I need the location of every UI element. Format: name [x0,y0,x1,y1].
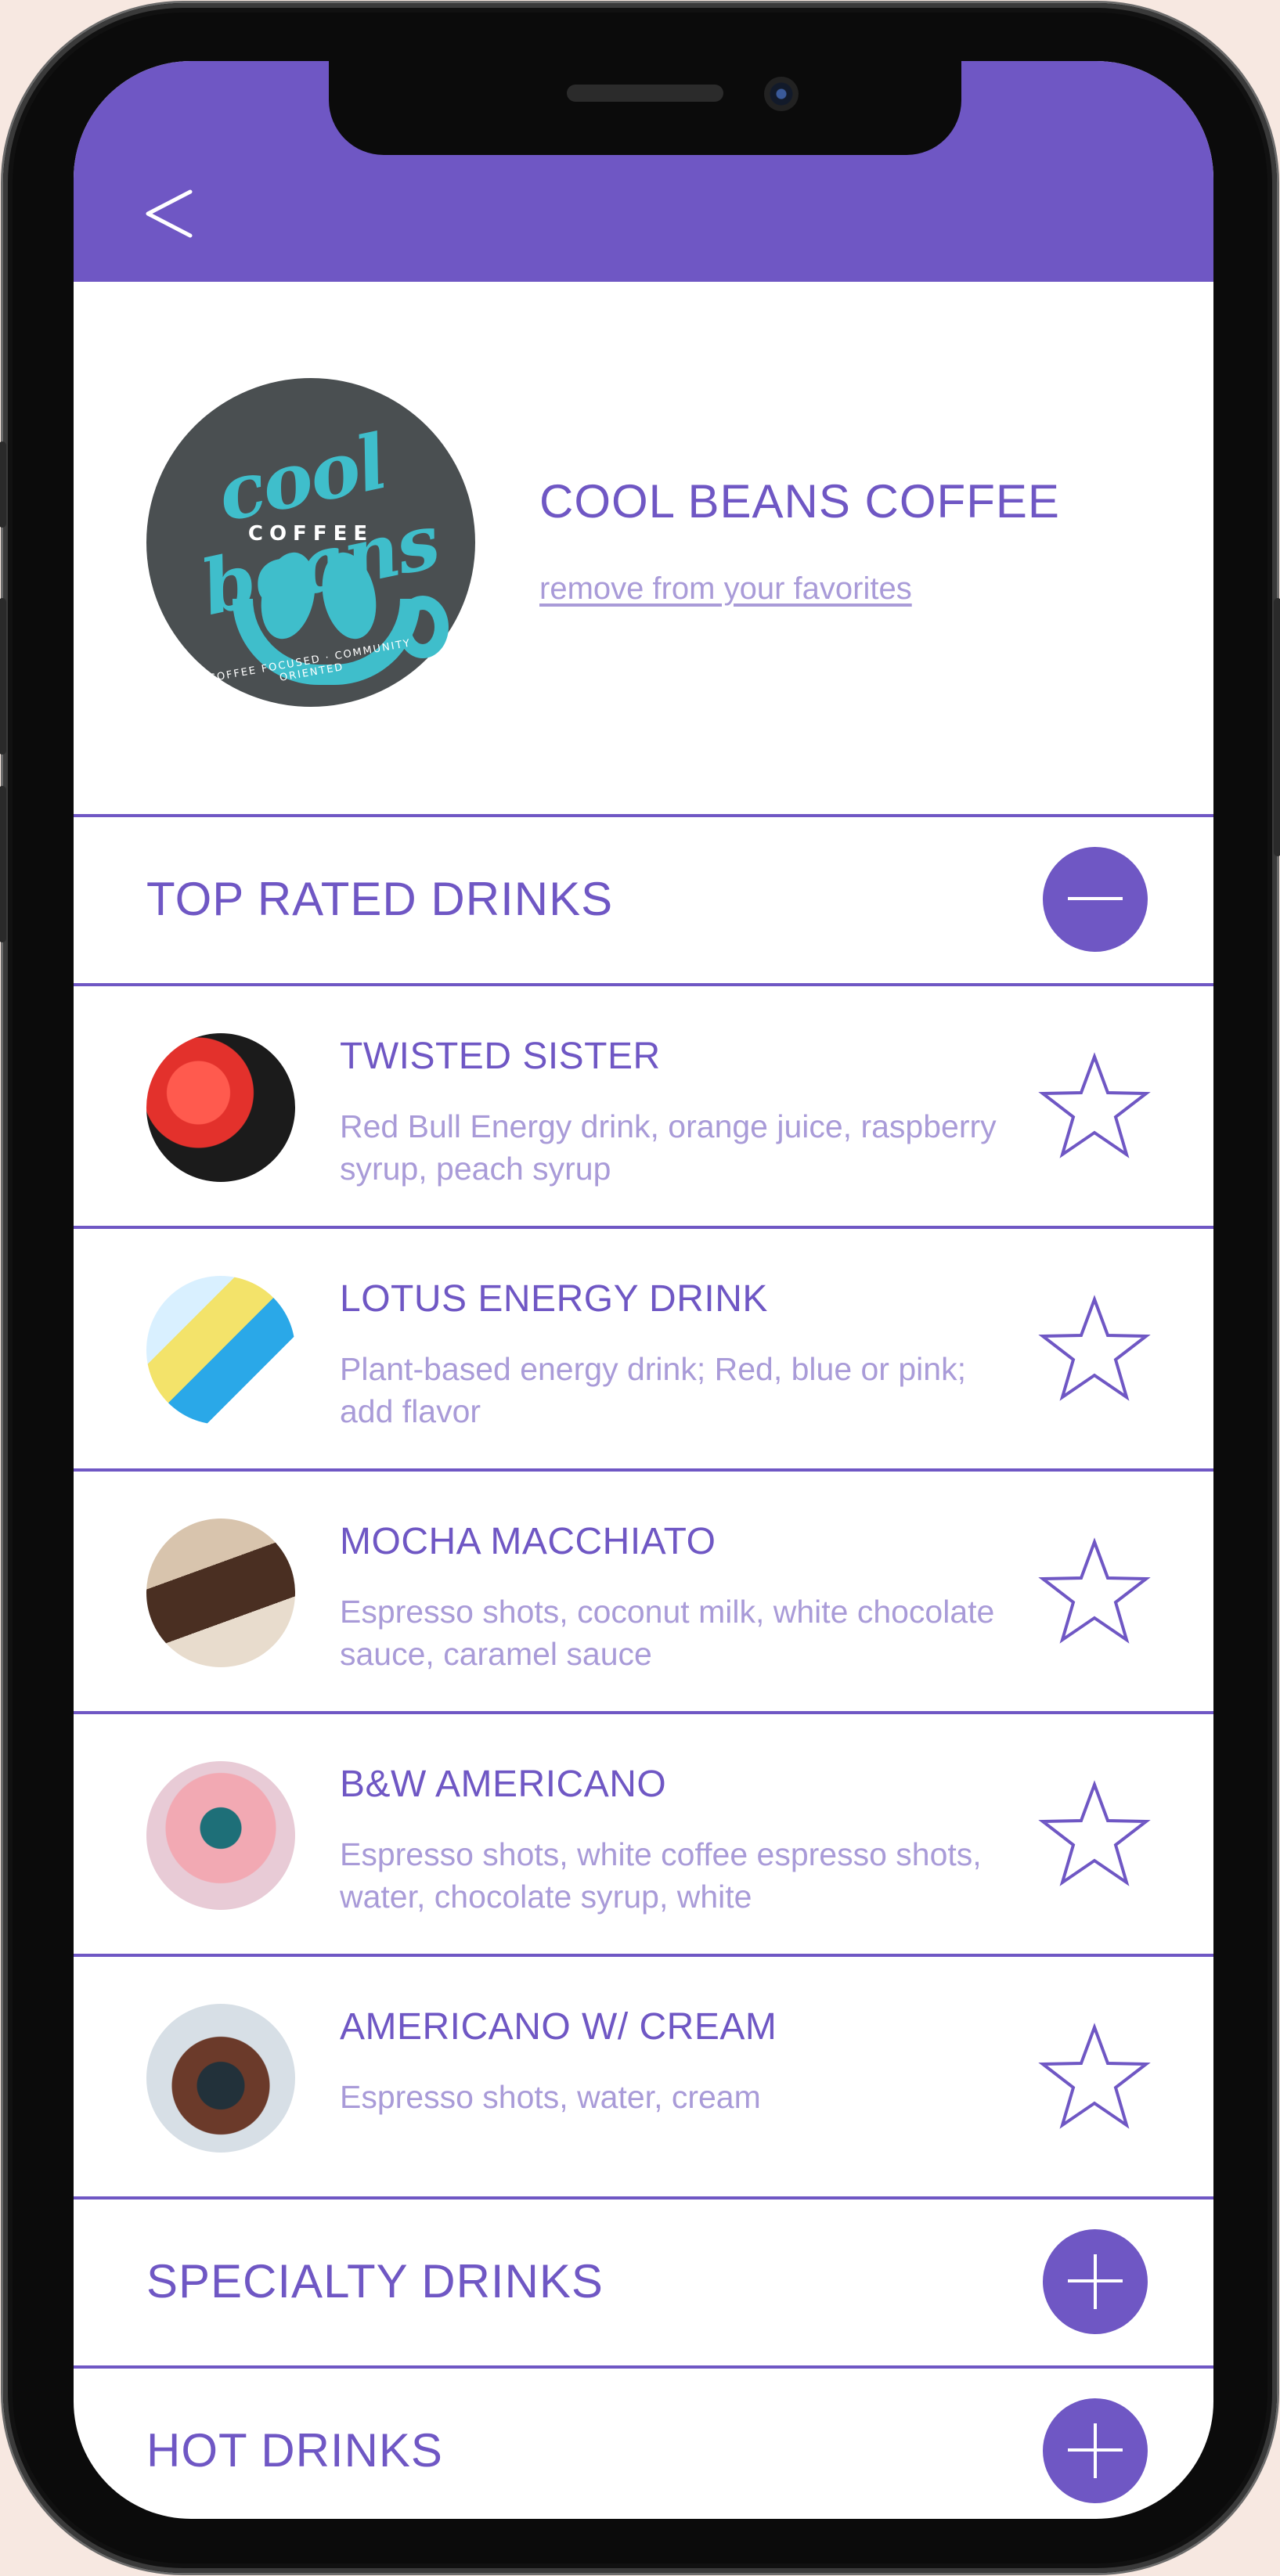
drink-name: TWISTED SISTER [340,1036,661,1077]
drink-name: MOCHA MACCHIATO [340,1521,716,1562]
volume-down-button [0,786,6,942]
star-icon[interactable] [1038,1052,1151,1160]
drink-photo [146,1519,295,1667]
drink-row[interactable]: LOTUS ENERGY DRINK Plant-based energy dr… [74,1226,1213,1468]
volume-up-button [0,598,6,755]
power-button [1274,598,1280,856]
plus-icon-vertical [1094,2254,1097,2309]
section-hot[interactable]: HOT DRINKS [74,2365,1213,2519]
drink-name: B&W AMERICANO [340,1764,667,1805]
drink-description: Espresso shots, white coffee espresso sh… [340,1836,982,1915]
app-screen: cool beans COFFEE COFFEE FOCUSED · COMMU… [74,61,1213,2519]
notch [329,61,961,155]
phone-frame: cool beans COFFEE COFFEE FOCUSED · COMMU… [0,3,1280,2573]
remove-favorite-link[interactable]: remove from your favorites [539,571,912,607]
side-button-left [0,441,6,528]
drink-row[interactable]: TWISTED SISTER Red Bull Energy drink, or… [74,983,1213,1226]
section-label: HOT DRINKS [146,2424,443,2477]
shop-logo: cool beans COFFEE COFFEE FOCUSED · COMMU… [146,378,475,707]
speaker-grille [567,85,723,102]
drink-photo [146,1761,295,1910]
star-icon[interactable] [1038,1537,1151,1645]
logo-word: COFFEE [247,522,374,546]
section-label: TOP RATED DRINKS [146,873,614,925]
drink-photo [146,1033,295,1182]
drink-name: AMERICANO W/ CREAM [340,2006,777,2048]
section-top-rated[interactable]: TOP RATED DRINKS [74,814,1213,986]
star-icon[interactable] [1038,1295,1151,1403]
section-label: SPECIALTY DRINKS [146,2255,604,2308]
expand-button[interactable] [1043,2229,1148,2334]
drink-photo [146,2004,295,2153]
drink-description: Espresso shots, water, cream [340,2079,761,2115]
star-icon[interactable] [1038,2023,1151,2131]
expand-button[interactable] [1043,2398,1148,2503]
drink-name: LOTUS ENERGY DRINK [340,1278,768,1320]
drink-row[interactable]: AMERICANO W/ CREAM Espresso shots, water… [74,1954,1213,2196]
front-camera [764,77,799,111]
top-bar [74,61,1213,282]
drink-description: Espresso shots, coconut milk, white choc… [340,1594,995,1672]
drink-row[interactable]: MOCHA MACCHIATO Espresso shots, coconut … [74,1468,1213,1711]
shop-title: COOL BEANS COFFEE [539,475,1060,528]
drink-description: Plant-based energy drink; Red, blue or p… [340,1351,966,1429]
chevron-left-icon [146,189,193,238]
plus-icon-vertical [1094,2423,1097,2478]
back-button[interactable] [135,178,205,249]
drink-photo [146,1276,295,1425]
drink-row[interactable]: B&W AMERICANO Espresso shots, white coff… [74,1711,1213,1954]
star-icon[interactable] [1038,1780,1151,1888]
section-specialty[interactable]: SPECIALTY DRINKS [74,2196,1213,2369]
minus-icon [1068,897,1123,900]
collapse-button[interactable] [1043,847,1148,952]
drink-description: Red Bull Energy drink, orange juice, ras… [340,1108,997,1187]
